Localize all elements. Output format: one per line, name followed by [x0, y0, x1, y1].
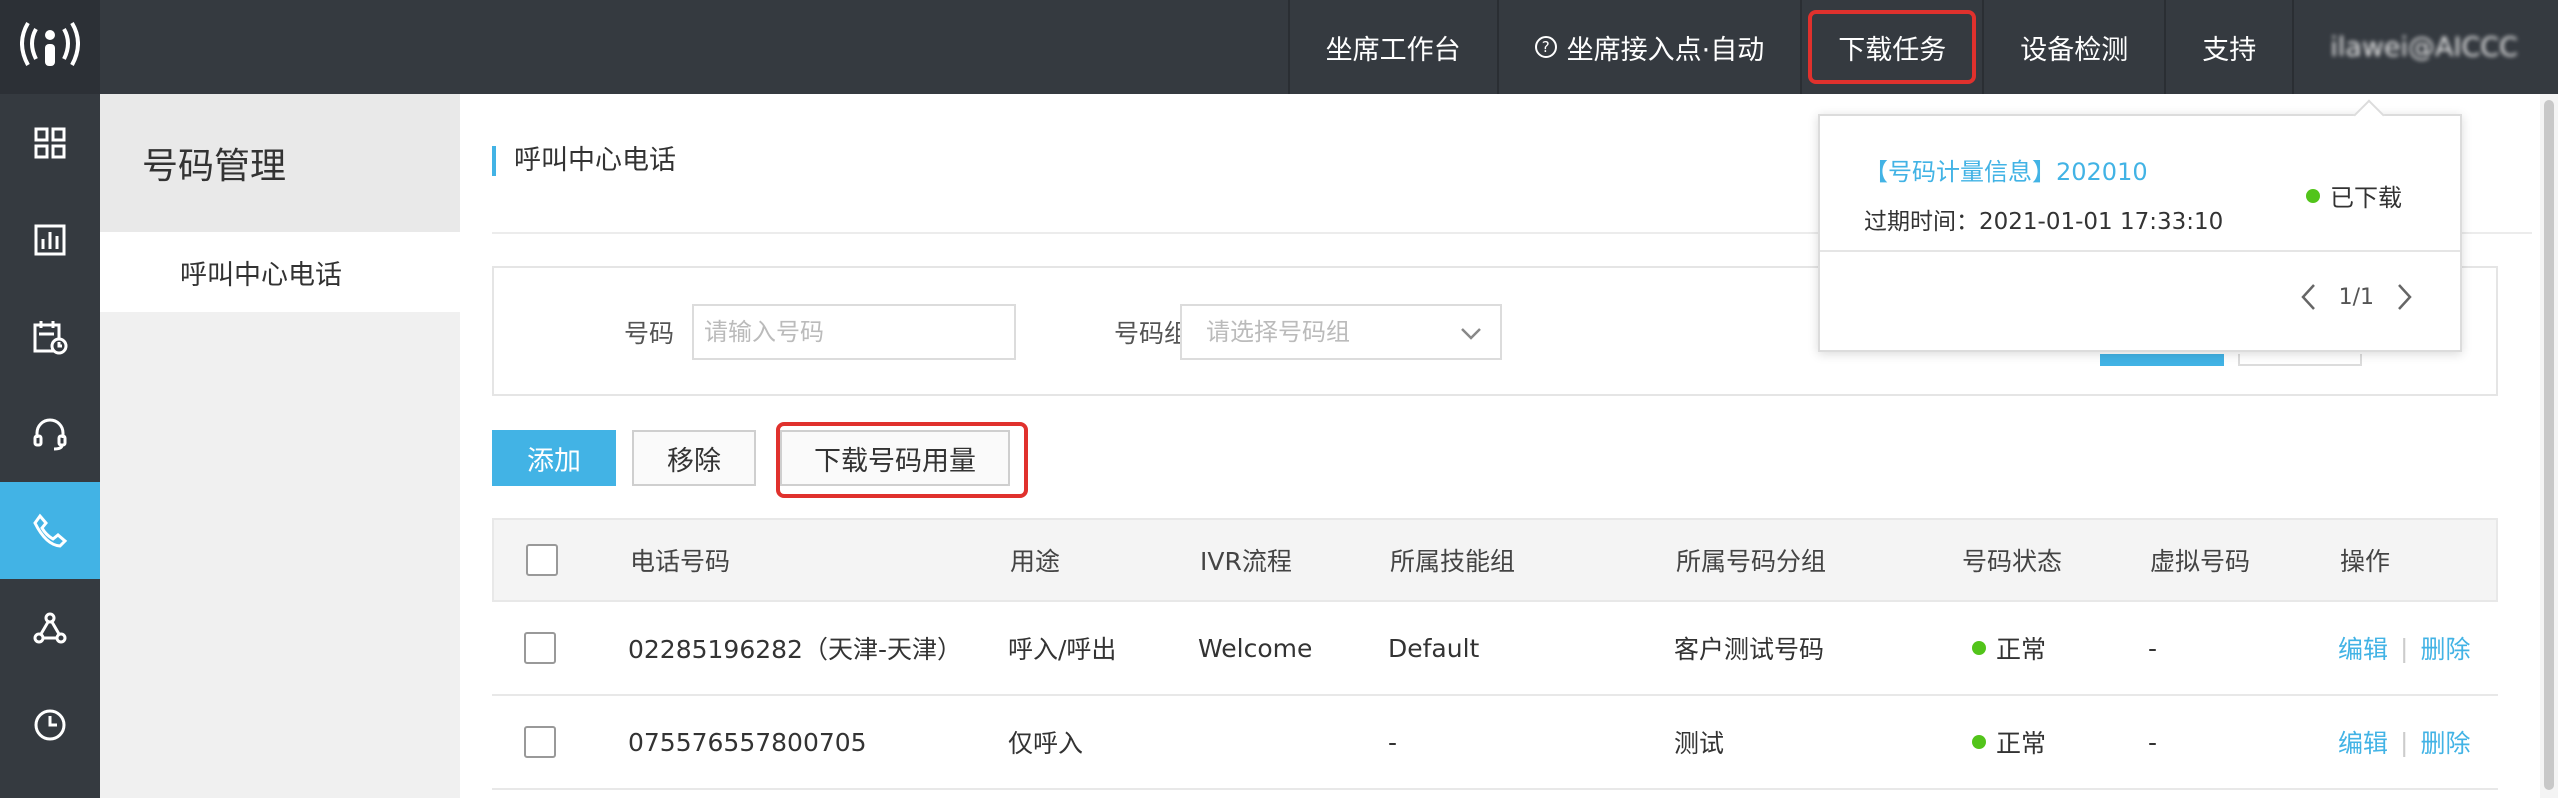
popup-page-indicator: 1/1	[2338, 284, 2374, 310]
sidebar-history[interactable]	[0, 676, 100, 773]
status-ok-dot	[1972, 641, 1986, 655]
phone-table: 电话号码 用途 IVR流程 所属技能组 所属号码分组 号码状态 虚拟号码 操作 …	[492, 518, 2498, 790]
question-icon: ?	[1534, 36, 1557, 58]
user-name: ilawei@AICCC	[2330, 31, 2518, 63]
history-icon	[34, 709, 66, 740]
cell-skill-group: Default	[1388, 633, 1480, 663]
nav-download-tasks[interactable]: 下载任务	[1800, 0, 1982, 94]
chevron-right-icon[interactable]	[2392, 282, 2416, 312]
status-ok-dot	[2306, 188, 2320, 203]
sidebar-headset[interactable]	[0, 385, 100, 482]
table-header: 电话号码 用途 IVR流程 所属技能组 所属号码分组 号码状态 虚拟号码 操作	[492, 518, 2498, 602]
sidebar-dashboard[interactable]	[0, 94, 100, 191]
headset-icon	[33, 418, 67, 450]
add-button[interactable]: 添加	[492, 430, 616, 486]
sidebar-phone[interactable]	[0, 482, 100, 579]
popup-status-text: 已下载	[2330, 184, 2402, 212]
sub-sidebar: 号码管理 呼叫中心电话	[100, 94, 460, 798]
header-status: 号码状态	[1962, 547, 2063, 576]
nav-user-account[interactable]: ilawei@AICCC	[2292, 0, 2558, 94]
sub-sidebar-item-callcenter-phone[interactable]: 呼叫中心电话	[100, 232, 460, 312]
table-row: 02285196282（天津-天津） 呼入/呼出 Welcome Default…	[492, 602, 2498, 696]
popup-pager: 1/1	[2297, 282, 2416, 312]
header-virtual-number: 虚拟号码	[2150, 547, 2251, 576]
nav-support[interactable]: 支持	[2164, 0, 2292, 94]
status-text: 正常	[1996, 729, 2047, 758]
sidebar-schedule[interactable]	[0, 288, 100, 385]
op-separator: |	[2400, 633, 2409, 663]
cell-phone-number: 02285196282（天津-天津）	[628, 635, 962, 664]
edit-link[interactable]: 编辑	[2338, 630, 2388, 666]
nav-agent-workbench[interactable]: 坐席工作台	[1287, 0, 1497, 94]
cell-skill-group: -	[1388, 727, 1398, 757]
op-separator: |	[2400, 727, 2409, 757]
header-number-group: 所属号码分组	[1676, 547, 1827, 576]
search-button[interactable]	[2100, 354, 2224, 366]
cell-phone-number: 075576557800705	[628, 727, 867, 757]
header-operations: 操作	[2340, 547, 2391, 576]
cell-operations: 编辑 | 删除	[2338, 602, 2470, 694]
cell-usage: 呼入/呼出	[1008, 635, 1117, 664]
broadcast-logo-icon	[20, 21, 80, 66]
cell-ivr: Welcome	[1198, 633, 1313, 663]
download-usage-highlight	[776, 422, 1028, 498]
delete-link[interactable]: 删除	[2420, 630, 2470, 666]
chevron-left-icon[interactable]	[2297, 282, 2321, 312]
popup-divider	[1820, 250, 2460, 252]
select-all-checkbox[interactable]	[526, 544, 558, 576]
group-select[interactable]: 请选择号码组	[1180, 304, 1502, 360]
download-task-popup: 【号码计量信息】202010 过期时间：2021-01-01 17:33:10 …	[1818, 114, 2462, 352]
number-label: 号码	[624, 319, 675, 348]
number-input[interactable]: 请输入号码	[692, 304, 1016, 360]
header-usage: 用途	[1010, 547, 1061, 576]
page-scrollbar[interactable]	[2540, 94, 2558, 798]
number-input-placeholder: 请输入号码	[704, 318, 824, 346]
edit-link[interactable]: 编辑	[2338, 724, 2388, 760]
scrollbar-thumb[interactable]	[2544, 100, 2554, 790]
report-icon	[34, 224, 66, 255]
sub-sidebar-title: 号码管理	[100, 94, 460, 232]
phone-icon	[33, 513, 68, 548]
popup-task-title[interactable]: 【号码计量信息】202010	[1864, 152, 2148, 187]
delete-link[interactable]: 删除	[2420, 724, 2470, 760]
header-ivr: IVR流程	[1200, 547, 1292, 576]
app-logo[interactable]	[0, 0, 100, 94]
sidebar-flow[interactable]	[0, 579, 100, 676]
icon-sidebar	[0, 94, 100, 798]
top-bar: 坐席工作台 ? 坐席接入点·自动 下载任务 设备检测 支持 ilawei@AIC…	[0, 0, 2558, 94]
dashboard-icon	[34, 127, 66, 158]
cell-virtual-number: -	[2148, 727, 2158, 757]
group-select-placeholder: 请选择号码组	[1206, 318, 1350, 346]
cell-number-group: 客户测试号码	[1674, 635, 1825, 664]
cell-operations: 编辑 | 删除	[2338, 696, 2470, 788]
page-title: 呼叫中心电话	[492, 146, 676, 176]
reset-button[interactable]	[2238, 354, 2362, 366]
status-ok-dot	[1972, 735, 1986, 749]
remove-button[interactable]: 移除	[632, 430, 756, 486]
nav-device-check[interactable]: 设备检测	[1982, 0, 2164, 94]
cell-status: 正常	[1972, 696, 2046, 788]
row-checkbox[interactable]	[524, 726, 556, 758]
sidebar-report[interactable]	[0, 191, 100, 288]
cell-number-group: 测试	[1674, 729, 1725, 758]
table-row: 075576557800705 仅呼入 - 测试 正常 - 编辑 | 删除	[492, 696, 2498, 790]
schedule-icon	[33, 320, 68, 354]
flow-icon	[33, 612, 67, 643]
header-skill-group: 所属技能组	[1390, 547, 1516, 576]
cell-status: 正常	[1972, 602, 2046, 694]
popup-expire-time: 过期时间：2021-01-01 17:33:10	[1864, 209, 2224, 235]
popup-status: 已下载	[2306, 178, 2402, 213]
header-phone-number: 电话号码	[630, 547, 731, 576]
top-nav: 坐席工作台 ? 坐席接入点·自动 下载任务 设备检测 支持 ilawei@AIC…	[1287, 0, 2558, 94]
cell-virtual-number: -	[2148, 633, 2158, 663]
chevron-down-icon	[1461, 328, 1481, 340]
row-checkbox[interactable]	[524, 632, 556, 664]
group-label: 号码组	[1114, 319, 1190, 348]
cell-usage: 仅呼入	[1008, 729, 1084, 758]
nav-agent-access-point[interactable]: ? 坐席接入点·自动	[1496, 0, 1801, 94]
status-text: 正常	[1996, 635, 2047, 664]
